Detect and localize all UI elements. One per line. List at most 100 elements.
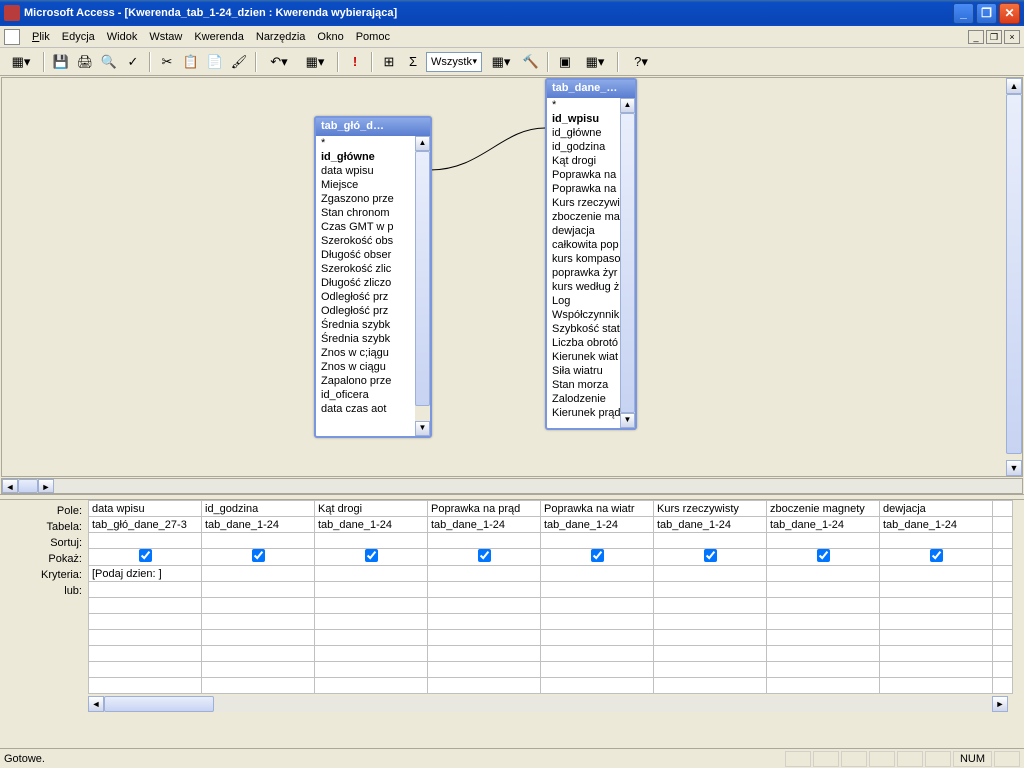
grid-cell[interactable] [202, 533, 315, 549]
grid-cell[interactable]: tab_dane_1-24 [767, 517, 880, 533]
run-button[interactable]: ! [344, 51, 366, 73]
newobj-button[interactable]: ▦▾ [578, 51, 612, 73]
grid-cell[interactable] [654, 598, 767, 614]
table-field[interactable]: Średnia szybk [316, 332, 430, 346]
table-field[interactable]: Szerokość zlic [316, 262, 430, 276]
grid-cell[interactable] [428, 598, 541, 614]
grid-cell[interactable]: id_godzina [202, 501, 315, 517]
spell-button[interactable]: ✓ [122, 51, 144, 73]
grid-cell[interactable] [428, 582, 541, 598]
table-window-2[interactable]: tab_dane_… *id_wpisuid_główneid_godzinaK… [545, 78, 637, 430]
grid-cell[interactable] [767, 662, 880, 678]
grid-cell[interactable] [202, 646, 315, 662]
grid-cell[interactable] [654, 662, 767, 678]
build-button[interactable]: 🔨 [520, 51, 542, 73]
table-field[interactable]: Zgaszono prze [316, 192, 430, 206]
grid-cell[interactable] [315, 582, 428, 598]
grid-cell[interactable] [993, 678, 1013, 694]
grid-cell[interactable] [541, 533, 654, 549]
menu-narzedzia[interactable]: Narzędzia [250, 29, 312, 45]
table-field[interactable]: Odległość prz [316, 290, 430, 304]
grid-cell[interactable] [993, 646, 1013, 662]
table1-scrollbar[interactable]: ▲▼ [415, 136, 430, 436]
grid-cell[interactable] [202, 678, 315, 694]
grid-cell[interactable] [880, 533, 993, 549]
grid-cell[interactable] [202, 582, 315, 598]
menu-edycja[interactable]: Edycja [56, 29, 101, 45]
grid-cell[interactable] [654, 630, 767, 646]
grid-cell[interactable] [428, 533, 541, 549]
close-button[interactable]: ✕ [999, 3, 1020, 24]
show-checkbox[interactable] [930, 549, 943, 562]
grid-cell[interactable] [767, 549, 880, 566]
view-button[interactable]: ▦▾ [4, 51, 38, 73]
grid-cell[interactable] [880, 614, 993, 630]
show-checkbox[interactable] [365, 549, 378, 562]
help-button[interactable]: ?▾ [624, 51, 658, 73]
grid-cell[interactable] [541, 662, 654, 678]
grid-cell[interactable] [89, 646, 202, 662]
grid-cell[interactable] [541, 598, 654, 614]
grid-cell[interactable] [654, 533, 767, 549]
table-field[interactable]: data wpisu [316, 164, 430, 178]
grid-cell[interactable]: tab_dane_1-24 [202, 517, 315, 533]
preview-button[interactable]: 🔍 [98, 51, 120, 73]
grid-cell[interactable] [89, 533, 202, 549]
grid-cell[interactable]: Kąt drogi [315, 501, 428, 517]
grid-cell[interactable] [89, 582, 202, 598]
grid-cell[interactable] [767, 646, 880, 662]
mdi-minimize[interactable]: _ [968, 30, 984, 44]
grid-cell[interactable] [767, 566, 880, 582]
table-title[interactable]: tab_dane_… [547, 80, 635, 98]
table-field[interactable]: data czas aot [316, 402, 430, 416]
grid-cell[interactable] [880, 566, 993, 582]
paste-button[interactable]: 📄 [204, 51, 226, 73]
show-checkbox[interactable] [139, 549, 152, 562]
table-title[interactable]: tab_głó_d… [316, 118, 430, 136]
grid-cell[interactable] [315, 630, 428, 646]
grid-cell[interactable] [541, 549, 654, 566]
grid-cell[interactable] [993, 582, 1013, 598]
totals-button[interactable]: Σ [402, 51, 424, 73]
menu-plik[interactable]: Plik [26, 29, 56, 45]
grid-cell[interactable]: zboczenie magnety [767, 501, 880, 517]
grid-cell[interactable] [654, 566, 767, 582]
grid-cell[interactable] [654, 678, 767, 694]
grid-cell[interactable] [880, 662, 993, 678]
grid-cell[interactable] [541, 566, 654, 582]
show-checkbox[interactable] [478, 549, 491, 562]
show-checkbox[interactable] [817, 549, 830, 562]
table-field[interactable]: Szerokość obs [316, 234, 430, 248]
grid-hscroll[interactable]: ◄► [88, 696, 1008, 712]
copy-button[interactable]: 📋 [180, 51, 202, 73]
menu-widok[interactable]: Widok [101, 29, 144, 45]
grid-cell[interactable] [541, 646, 654, 662]
grid-cell[interactable] [89, 549, 202, 566]
grid-cell[interactable] [993, 566, 1013, 582]
dbwin-button[interactable]: ▣ [554, 51, 576, 73]
grid-cell[interactable] [315, 598, 428, 614]
grid-cell[interactable] [202, 662, 315, 678]
grid-cell[interactable] [89, 678, 202, 694]
grid-cell[interactable] [654, 614, 767, 630]
grid-cell[interactable] [202, 630, 315, 646]
undo-button[interactable]: ↶▾ [262, 51, 296, 73]
grid-cell[interactable] [654, 582, 767, 598]
grid-cell[interactable]: data wpisu [89, 501, 202, 517]
grid-cell[interactable] [880, 582, 993, 598]
grid-cell[interactable] [315, 646, 428, 662]
grid-cell[interactable] [654, 646, 767, 662]
toprecords-combo[interactable]: Wszystk▾ [426, 52, 482, 72]
grid-cell[interactable] [315, 549, 428, 566]
table-field[interactable]: Miejsce [316, 178, 430, 192]
table-field[interactable]: Długość obser [316, 248, 430, 262]
grid-cell[interactable] [880, 598, 993, 614]
grid-cell[interactable] [89, 598, 202, 614]
grid-cell[interactable]: [Podaj dzien: ] [89, 566, 202, 582]
qbe-table[interactable]: data wpisuid_godzinaKąt drogiPoprawka na… [88, 500, 1013, 694]
grid-cell[interactable] [89, 662, 202, 678]
show-checkbox[interactable] [704, 549, 717, 562]
grid-cell[interactable]: Poprawka na prąd [428, 501, 541, 517]
grid-cell[interactable]: tab_dane_1-24 [654, 517, 767, 533]
properties-button[interactable]: ▦▾ [484, 51, 518, 73]
